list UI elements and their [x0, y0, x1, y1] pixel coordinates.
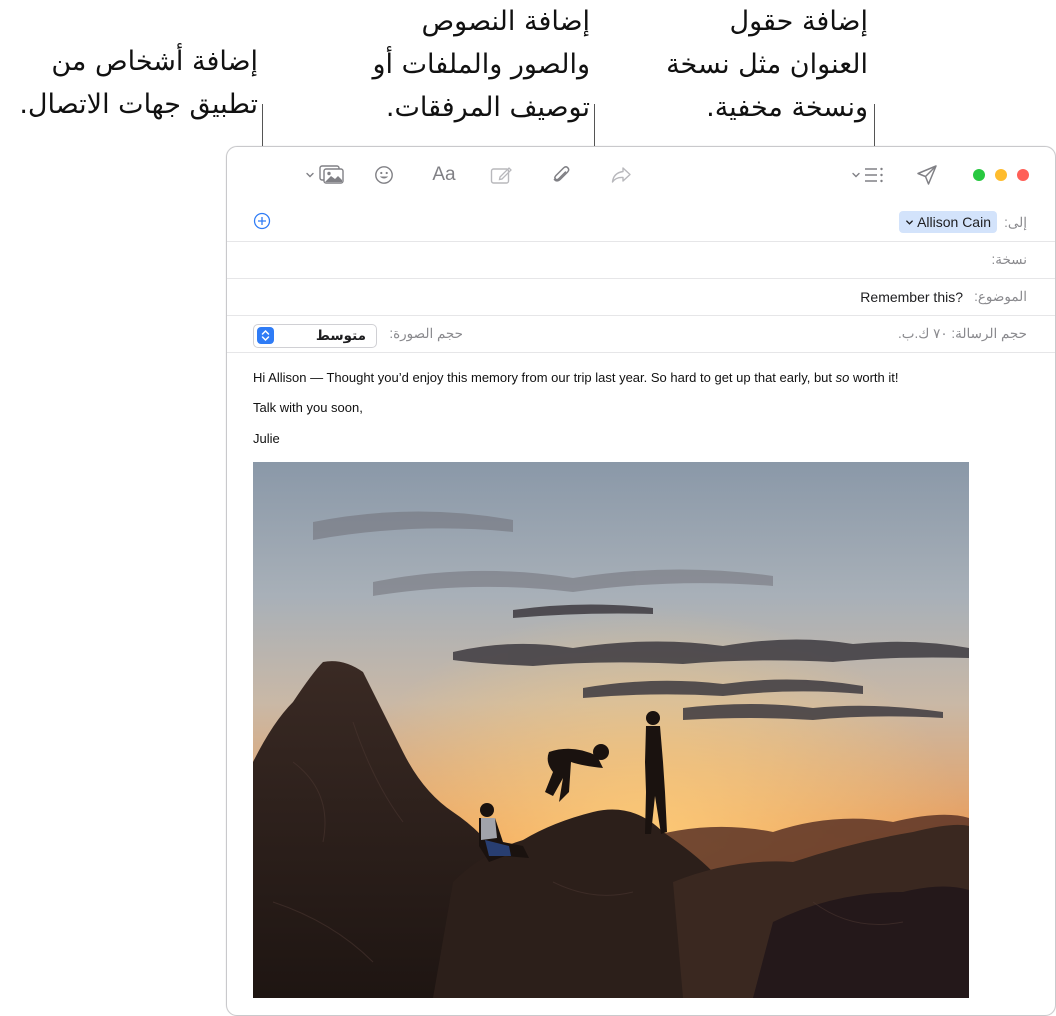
image-size-label: حجم الصورة: — [389, 326, 463, 341]
add-contact-button[interactable] — [253, 212, 271, 230]
callout-fields-line2: العنوان مثل نسخة — [666, 49, 868, 80]
subject-field[interactable]: Remember this? — [860, 289, 963, 305]
send-button[interactable] — [915, 163, 939, 187]
recipient-token[interactable]: Allison Cain — [899, 211, 997, 233]
attachment-button[interactable] — [549, 163, 573, 187]
zoom-button[interactable] — [973, 169, 985, 181]
photo-browser-button[interactable] — [303, 163, 347, 187]
header-fields-icon — [864, 167, 883, 183]
image-size-select[interactable]: متوسط — [253, 324, 377, 348]
chevron-down-icon — [906, 219, 913, 225]
to-label: إلى: — [1004, 215, 1027, 230]
callout-contacts: إضافة أشخاص من تطبيق جهات الاتصال. — [19, 40, 258, 126]
message-line-1-end: worth it! — [849, 370, 899, 385]
callout-fields-line3: ونسخة مخفية. — [706, 92, 868, 123]
size-row: حجم الرسالة: ٧٠ ك.ب. حجم الصورة: متوسط — [227, 316, 1055, 353]
message-line-1[interactable]: Hi Allison — Thought you’d enjoy this me… — [253, 370, 899, 385]
callout-content-line1: إضافة النصوص — [421, 6, 591, 37]
photo-browser-icon — [319, 165, 344, 184]
message-size-label-text: حجم الرسالة: — [951, 326, 1027, 341]
markup-button — [489, 163, 515, 187]
chevron-down-icon — [306, 172, 314, 178]
callout-contacts-line1: إضافة أشخاص من — [51, 46, 258, 77]
compose-window: Aa إلى: Allison Cain نسخة: الموضوع: Reme… — [226, 146, 1056, 1016]
message-size-value: ٧٠ ك.ب. — [897, 326, 948, 341]
chevron-down-icon — [851, 172, 860, 178]
cc-label: نسخة: — [991, 252, 1027, 267]
format-button[interactable]: Aa — [429, 163, 459, 187]
select-stepper-icon — [257, 327, 274, 344]
message-line-1-start: Hi Allison — Thought you’d enjoy this me… — [253, 370, 836, 385]
callout-fields: إضافة حقول العنوان مثل نسخة ونسخة مخفية. — [666, 0, 868, 129]
message-size-label: حجم الرسالة: ٧٠ ك.ب. — [898, 326, 1027, 342]
toolbar: Aa — [227, 147, 1055, 205]
image-size-value: متوسط — [315, 328, 366, 344]
minimize-button[interactable] — [995, 169, 1007, 181]
emoji-icon — [375, 166, 393, 184]
forward-button — [609, 163, 633, 187]
callout-contacts-line2: تطبيق جهات الاتصال. — [19, 89, 258, 120]
sunset-rock-photo — [253, 462, 969, 998]
cc-row[interactable]: نسخة: — [227, 242, 1055, 279]
header-fields-button[interactable] — [847, 163, 887, 187]
reply-arrow-icon — [611, 167, 631, 183]
attachment-icon — [553, 166, 570, 182]
markup-icon — [490, 167, 512, 184]
message-line-2[interactable]: Talk with you soon, — [253, 400, 363, 415]
callout-content: إضافة النصوص والصور والملفات أو توصيف ال… — [373, 0, 591, 129]
message-line-3[interactable]: Julie — [253, 431, 280, 446]
callout-content-line2: والصور والملفات أو — [372, 49, 591, 80]
callout-content-line3: توصيف المرفقات. — [385, 92, 590, 123]
format-icon: Aa — [432, 164, 456, 185]
callout-fields-line1: إضافة حقول — [729, 6, 868, 37]
message-line-1-emphasis: so — [835, 370, 850, 385]
close-button[interactable] — [1017, 169, 1029, 181]
attached-photo[interactable] — [253, 462, 969, 998]
recipient-name: Allison Cain — [917, 214, 991, 230]
to-row: إلى: Allison Cain — [227, 205, 1055, 242]
plus-circle-icon — [253, 212, 271, 230]
emoji-button[interactable] — [372, 163, 396, 187]
subject-label: الموضوع: — [974, 289, 1027, 304]
subject-row[interactable]: الموضوع: Remember this? — [227, 279, 1055, 316]
send-icon — [917, 165, 937, 185]
